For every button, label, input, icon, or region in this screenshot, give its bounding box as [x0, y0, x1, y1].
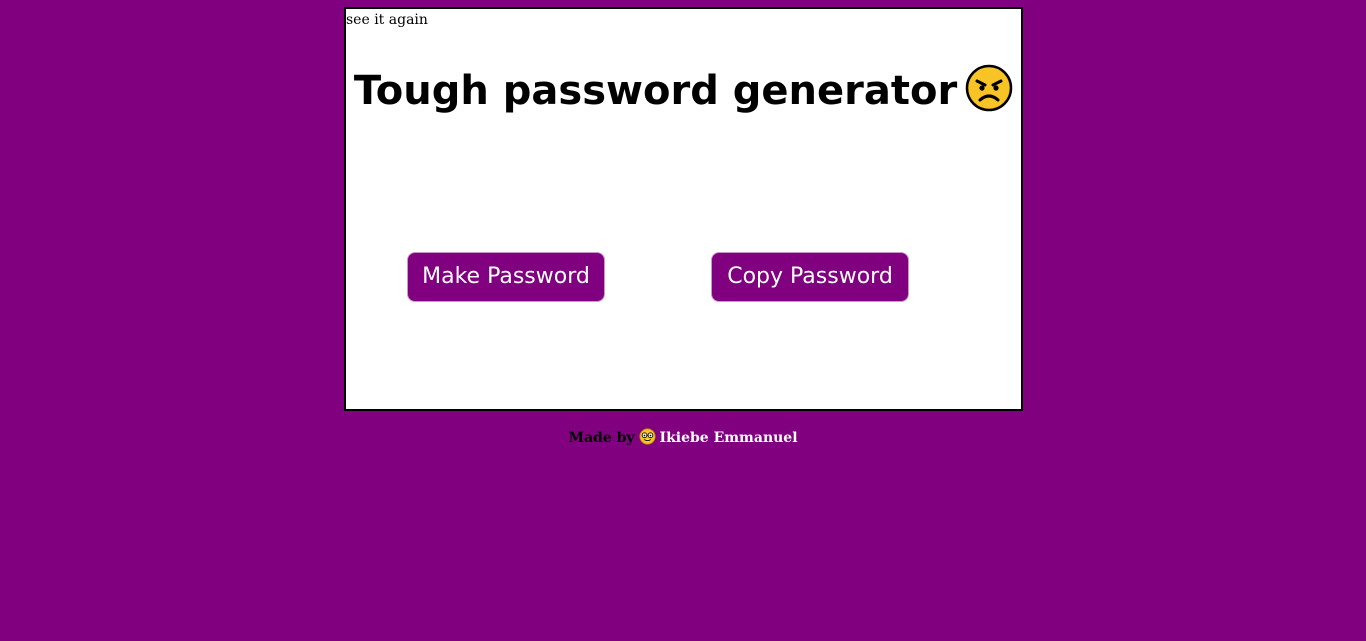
title-text: Tough password generator [353, 68, 958, 114]
make-password-button[interactable]: Make Password [407, 252, 605, 302]
page-title: Tough password generator [346, 64, 1021, 116]
generator-card: see it again Tough password generator Ma… [344, 7, 1023, 411]
see-it-again-link[interactable]: see it again [346, 12, 428, 28]
copy-password-button[interactable]: Copy Password [711, 252, 909, 302]
nerd-face-icon [638, 428, 656, 445]
footer-credit: Made by Ikiebe Emmanuel [0, 428, 1366, 448]
made-by-label: Made by [568, 430, 635, 446]
author-name: Ikiebe Emmanuel [659, 430, 798, 446]
angry-face-icon [965, 64, 1013, 112]
